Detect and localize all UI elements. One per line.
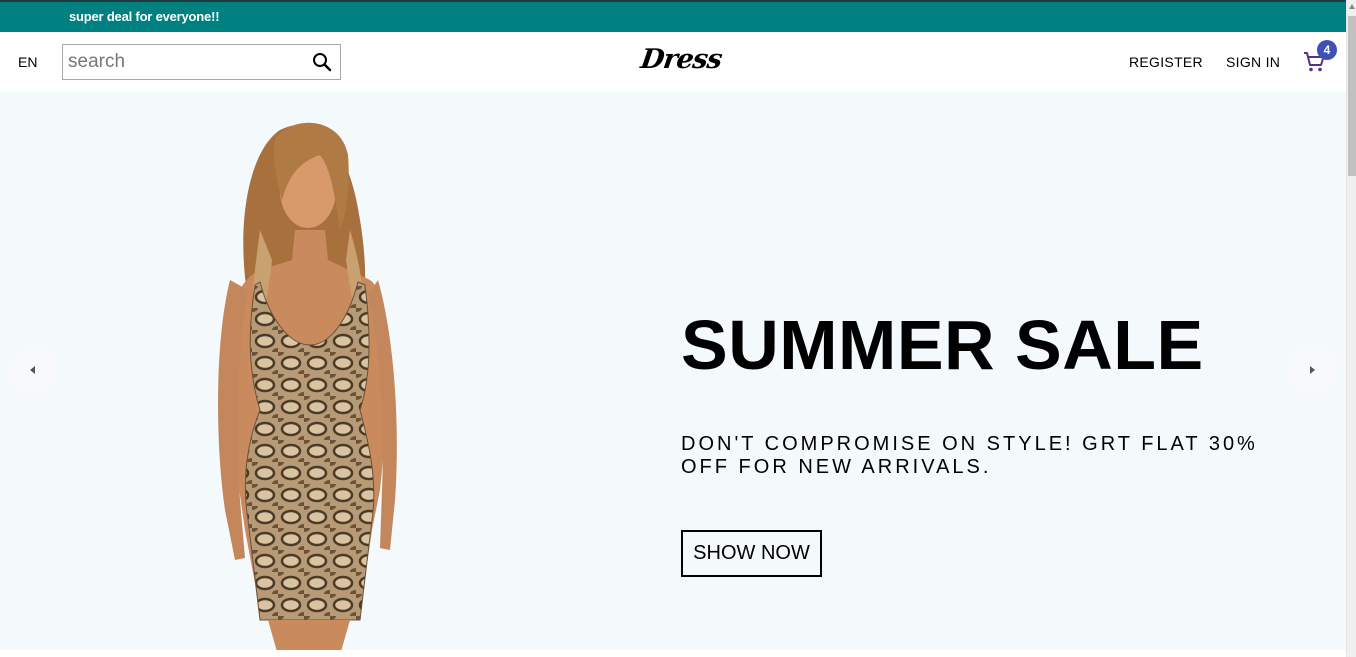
brand-logo[interactable]: Dress [639, 44, 724, 75]
model-image [218, 122, 397, 650]
slider-prev-button[interactable] [8, 345, 58, 395]
page-bottom-strip [0, 650, 1346, 657]
page: super deal for everyone!! EN Dress REGIS… [0, 0, 1356, 657]
scroll-up-icon[interactable] [1348, 2, 1356, 12]
sign-in-link[interactable]: SIGN IN [1226, 54, 1280, 70]
show-now-button[interactable]: SHOW NOW [681, 530, 822, 577]
arrow-left-icon [30, 366, 35, 374]
language-selector[interactable]: EN [18, 54, 37, 70]
search-icon[interactable] [312, 52, 332, 72]
hero-slider: SUMMER SALE DON'T COMPROMISE ON STYLE! G… [0, 92, 1346, 650]
navbar: EN Dress REGISTER SIGN IN 4 [0, 32, 1346, 92]
register-link[interactable]: REGISTER [1129, 54, 1203, 70]
hero-description: DON'T COMPROMISE ON STYLE! GRT FLAT 30% … [681, 433, 1258, 478]
announcement-text: super deal for everyone!! [69, 9, 220, 24]
cart-count-badge: 4 [1317, 40, 1337, 60]
announcement-bar: super deal for everyone!! [0, 0, 1346, 32]
hero-title: SUMMER SALE [681, 306, 1204, 384]
scrollbar-thumb[interactable] [1348, 16, 1356, 176]
arrow-right-icon [1310, 366, 1315, 374]
search-input[interactable] [63, 45, 303, 79]
search-container [62, 44, 341, 80]
vertical-scrollbar[interactable] [1346, 0, 1356, 657]
slider-next-button[interactable] [1287, 345, 1337, 395]
